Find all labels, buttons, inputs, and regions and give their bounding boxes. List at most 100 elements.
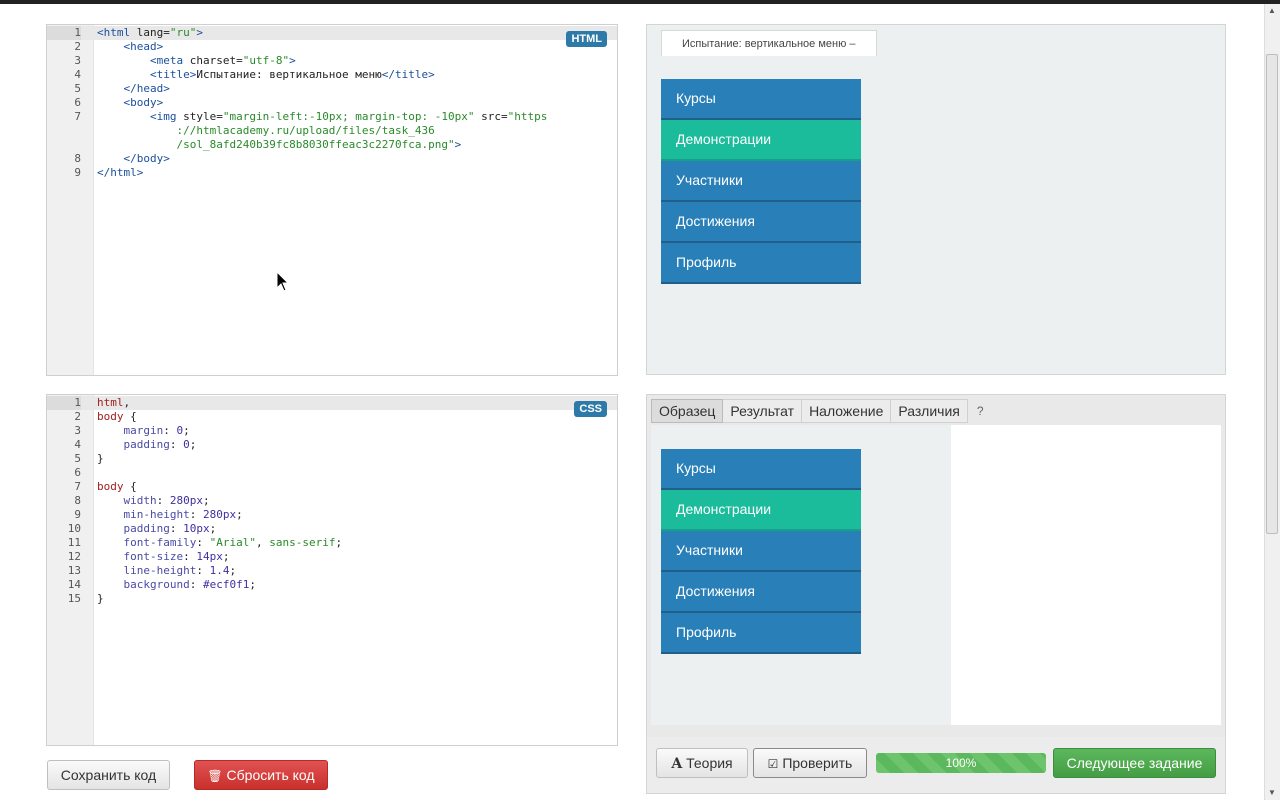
code-line[interactable]: 12 font-size: 14px; [47,550,617,564]
save-code-button[interactable]: Сохранить код [47,760,170,790]
css-code-lines[interactable]: 1 html, 2 body {3 margin: 0; 4 padding: 0; 5}… [47,396,617,606]
code-line[interactable]: 4 padding: 0; [47,438,617,452]
code-text[interactable]: margin: 0; [97,424,190,438]
code-text[interactable]: line-height: 1.4; [97,564,237,578]
next-task-button[interactable]: Следующее задание [1053,748,1216,778]
scrollbar-thumb[interactable] [1266,54,1278,534]
code-text[interactable]: <meta charset="utf-8"> [97,54,296,68]
code-line[interactable]: 4 <title>Испытание: вертикальное меню</t… [47,68,617,82]
code-text[interactable]: <html lang="ru"> [97,26,203,40]
book-a-icon: A [671,756,683,772]
line-number: 8 [74,494,81,507]
code-line[interactable]: 7 body { [47,480,617,494]
code-text[interactable]: ://htmlacademy.ru/upload/files/task_436 [97,124,434,138]
html-editor[interactable]: 1 <html lang="ru"> 2 <head> 3 <meta charset… [46,24,618,376]
code-text[interactable]: min-height: 280px; [97,508,243,522]
code-line[interactable]: 7 <img style="margin-left:-10px; margin-… [47,110,617,124]
code-line[interactable]: 2 body { [47,410,617,424]
check-square-icon: ☑ [767,757,779,771]
code-text[interactable]: background: #ecf0f1; [97,578,256,592]
line-number: 13 [67,564,81,577]
menu-item: Профиль [661,243,861,284]
line-number: 2 [74,40,81,53]
code-line[interactable]: 5} [47,452,617,466]
code-text[interactable]: } [97,592,104,606]
line-number: 6 [74,96,81,109]
check-button[interactable]: ☑ Проверить [753,748,867,778]
code-text[interactable]: html, [97,396,130,410]
menu-item: Курсы [661,449,861,490]
html-code-lines[interactable]: 1 <html lang="ru"> 2 <head> 3 <meta charset… [47,26,617,180]
window-top-edge [0,0,1280,4]
line-number: 3 [74,424,81,437]
code-text[interactable]: body { [97,480,137,494]
html-badge: HTML [566,31,607,47]
code-text[interactable]: </head> [97,82,170,96]
line-number: 12 [67,550,81,563]
scroll-down-icon[interactable]: ▼ [1264,786,1280,800]
line-number: 1 [47,26,81,40]
code-line[interactable]: 9 min-height: 280px; [47,508,617,522]
code-text[interactable]: font-size: 14px; [97,550,230,564]
compare-tab[interactable]: Результат [723,399,803,423]
line-number: 11 [67,536,81,549]
code-text[interactable]: </body> [97,152,170,166]
css-editor[interactable]: 1 html, 2 body {3 margin: 0; 4 padding: 0; 5}… [46,394,618,746]
save-code-label: Сохранить код [60,767,157,783]
compare-tab[interactable]: Различия [891,399,968,423]
code-line[interactable]: /sol_8afd240b39fc8b8030ffeac3c2270fca.pn… [47,138,617,152]
menu-item: Достижения [661,572,861,613]
code-text[interactable]: <img style="margin-left:-10px; margin-to… [97,110,547,124]
menu-item: Участники [661,161,861,202]
preview-tab-title[interactable]: Испытание: вертикальное меню – [661,30,877,56]
compare-tab[interactable]: Образец [651,399,724,423]
compare-tab[interactable]: Наложение [802,399,892,423]
code-text[interactable]: <title>Испытание: вертикальное меню</tit… [97,68,435,82]
theory-button[interactable]: A Теория [656,748,748,778]
code-line[interactable]: 3 <meta charset="utf-8"> [47,54,617,68]
theory-label: Теория [686,755,733,771]
help-icon[interactable]: ? [977,399,984,423]
compare-tabs: Образец Результат Наложение Различия? [651,399,984,423]
code-line[interactable]: 8 width: 280px; [47,494,617,508]
code-line[interactable]: 14 background: #ecf0f1; [47,578,617,592]
line-number: 8 [74,152,81,165]
code-text[interactable]: padding: 10px; [97,522,217,536]
code-line[interactable]: 10 padding: 10px; [47,522,617,536]
code-line[interactable]: 5 </head> [47,82,617,96]
code-text[interactable]: </html> [97,166,143,180]
scroll-up-icon[interactable]: ▲ [1264,4,1280,18]
code-text[interactable]: width: 280px; [97,494,210,508]
code-line[interactable]: 2 <head> [47,40,617,54]
code-text[interactable]: font-family: "Arial", sans-serif; [97,536,343,550]
code-line[interactable]: 6 <body> [47,96,617,110]
reset-code-label: Сбросить код [226,767,315,783]
check-label: Проверить [782,755,853,771]
code-line[interactable]: ://htmlacademy.ru/upload/files/task_436 [47,124,617,138]
code-text[interactable]: padding: 0; [97,438,197,452]
code-line[interactable]: 8 </body> [47,152,617,166]
code-line[interactable]: 15} [47,592,617,606]
compare-view: Курсы Демонстрации Участники Достижения Проф… [651,425,1221,725]
sample-menu: Курсы Демонстрации Участники Достижения Проф… [661,449,861,654]
sample-image: Курсы Демонстрации Участники Достижения Проф… [651,425,951,725]
code-text[interactable]: body { [97,410,137,424]
line-number: 3 [74,54,81,67]
code-text[interactable]: /sol_8afd240b39fc8b8030ffeac3c2270fca.pn… [97,138,461,152]
code-line[interactable]: 6 [47,466,617,480]
preview-menu: Курсы Демонстрации Участники Достижения Проф… [661,79,861,284]
code-line[interactable]: 3 margin: 0; [47,424,617,438]
code-line[interactable]: 1 <html lang="ru"> [47,26,617,40]
reset-code-button[interactable]: 🗑 Сбросить код [194,760,328,790]
menu-item: Участники [661,531,861,572]
menu-item: Достижения [661,202,861,243]
code-line[interactable]: 11 font-family: "Arial", sans-serif; [47,536,617,550]
code-line[interactable]: 9 </html> [47,166,617,180]
code-line[interactable]: 13 line-height: 1.4; [47,564,617,578]
progress-label: 100% [945,756,977,770]
mouse-pointer-icon [276,271,290,292]
code-text[interactable]: } [97,452,104,466]
code-text[interactable]: <head> [97,40,164,54]
code-line[interactable]: 1 html, [47,396,617,410]
code-text[interactable]: <body> [97,96,164,110]
